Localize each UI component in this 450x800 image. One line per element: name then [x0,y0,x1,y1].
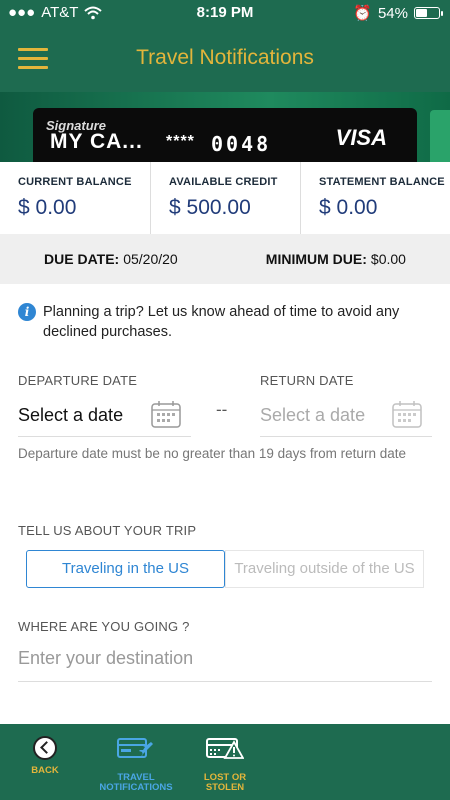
app-header: ●●● AT&T 8:19 PM ⏰ 54% Travel Notificati… [0,0,450,92]
card-last-digits: 0048 [211,132,272,156]
minimum-due: MINIMUM DUE: $0.00 [266,251,406,267]
due-bar: DUE DATE: 05/20/20 MINIMUM DUE: $0.00 [0,234,450,284]
due-date-value: 05/20/20 [123,251,178,267]
available-credit: AVAILABLE CREDIT $ 500.00 [150,162,300,234]
trip-option-international[interactable]: Traveling outside of the US [225,550,424,588]
card-carousel[interactable]: Signature MY CA... **** 0048 VISA [0,92,450,162]
nav-back-label: BACK [31,765,59,776]
departure-date-field[interactable]: Select a date [18,397,191,437]
due-date: DUE DATE: 05/20/20 [44,251,178,267]
page-title: Travel Notifications [136,46,314,69]
nav-back[interactable]: BACK [14,734,76,776]
card-mask: **** [166,133,195,150]
statement-balance: STATEMENT BALANCE $ 0.00 [300,162,450,234]
alarm-icon: ⏰ [353,5,372,22]
trip-type-toggle[interactable]: Traveling in the US Traveling outside of… [26,550,424,588]
status-bar: ●●● AT&T 8:19 PM ⏰ 54% [0,0,450,26]
balance-summary: CURRENT BALANCE $ 0.00 AVAILABLE CREDIT … [0,162,450,234]
visa-logo: VISA [335,125,387,150]
info-text: Planning a trip? Let us know ahead of ti… [43,304,400,340]
nav-lost-or-stolen[interactable]: LOST OR STOLEN [190,734,260,793]
back-icon [33,736,57,760]
credit-card[interactable]: Signature MY CA... **** 0048 VISA [33,108,417,162]
balance-label: STATEMENT BALANCE [319,176,445,188]
balance-value: $ 0.00 [18,196,77,219]
nav-travel-label: TRAVEL NOTIFICATIONS [99,772,173,793]
bottom-nav: BACK TRAVEL NOTIFICATIONS LOST OR STOLEN [0,724,450,800]
departure-date-label: DEPARTURE DATE [18,373,138,388]
card-name: MY CA... [50,130,143,153]
balance-value: $ 500.00 [169,196,251,219]
battery-icon [414,7,443,19]
return-date-placeholder: Select a date [260,405,366,425]
destination-input[interactable]: Enter your destination [18,644,432,682]
minimum-due-value: $0.00 [370,251,406,267]
next-card-peek[interactable] [430,110,450,162]
trip-option-us[interactable]: Traveling in the US [26,550,225,588]
date-separator: -- [216,400,228,419]
info-icon: i [18,303,36,321]
nav-travel-notifications[interactable]: TRAVEL NOTIFICATIONS [96,734,176,793]
due-date-label: DUE DATE: [44,251,120,267]
minimum-due-label: MINIMUM DUE: [265,251,367,267]
return-date-field[interactable]: Select a date [260,397,432,437]
balance-label: AVAILABLE CREDIT [169,176,278,188]
return-date-label: RETURN DATE [260,373,354,388]
trip-type-label: TELL US ABOUT YOUR TRIP [18,523,197,538]
battery-percent: 54% [377,4,408,22]
departure-date-value: Select a date [18,405,124,425]
nav-lost-label: LOST OR STOLEN [203,772,247,793]
info-message: i Planning a trip? Let us know ahead of … [18,302,433,342]
balance-label: CURRENT BALANCE [18,176,132,188]
destination-label: WHERE ARE YOU GOING ? [18,619,190,634]
calendar-icon[interactable] [151,400,181,428]
calendar-icon[interactable] [392,400,422,428]
lost-card-warning-icon [206,738,245,759]
travel-card-icon [117,738,153,758]
status-right: ⏰ 54% [353,4,443,22]
current-balance: CURRENT BALANCE $ 0.00 [0,162,150,234]
battery-fill [416,9,428,17]
balance-value: $ 0.00 [319,196,378,219]
date-hint: Departure date must be no greater than 1… [18,446,406,461]
